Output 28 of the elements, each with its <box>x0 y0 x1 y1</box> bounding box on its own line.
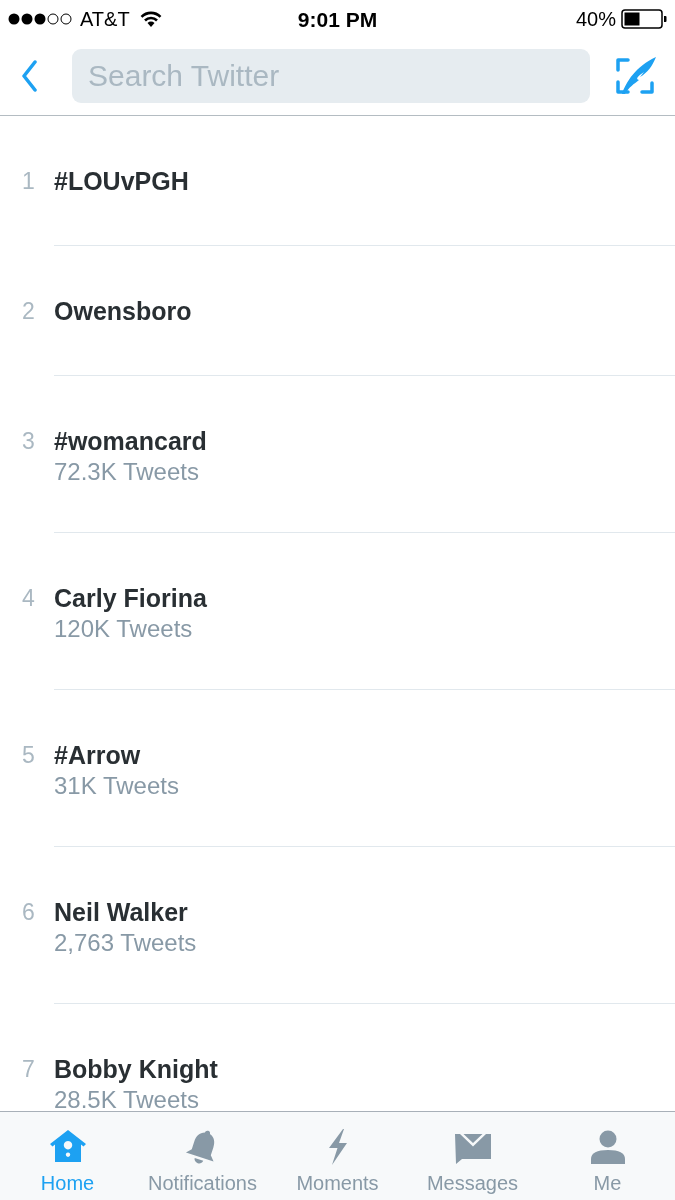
signal-strength-icon <box>8 13 72 25</box>
wifi-icon <box>139 11 162 27</box>
trend-name[interactable]: Neil Walker <box>54 898 188 926</box>
trend-name[interactable]: #LOUvPGH <box>54 167 189 195</box>
tweet-count: 28.5K Tweets <box>54 1087 199 1111</box>
rank-number: 3 <box>22 428 35 454</box>
tweet-count: 2,763 Tweets <box>54 930 197 956</box>
tweet-count: 72.3K Tweets <box>54 459 199 485</box>
rank-number: 1 <box>22 168 35 194</box>
rank-number: 7 <box>22 1056 35 1082</box>
rank-number: 5 <box>22 742 35 768</box>
trend-name[interactable]: #Arrow <box>54 741 141 769</box>
search-field[interactable]: Search Twitter <box>72 49 590 103</box>
trend-name[interactable]: Owensboro <box>54 297 192 325</box>
rank-number: 6 <box>22 899 35 925</box>
rank-number: 2 <box>22 298 35 324</box>
clock-time: 9:01 PM <box>297 8 378 30</box>
tweet-count: 120K Tweets <box>54 616 193 642</box>
trend-name[interactable]: Carly Fiorina <box>54 584 207 612</box>
trend-name[interactable]: Bobby Knight <box>54 1055 218 1083</box>
tweet-count: 31K Tweets <box>54 773 179 799</box>
trend-name[interactable]: #womancard <box>54 427 207 455</box>
compose-tweet-icon <box>614 56 656 96</box>
back-chevron-icon <box>21 60 37 92</box>
battery-icon <box>621 9 667 29</box>
battery-percentage: 40% <box>575 9 616 29</box>
carrier-name: AT&T <box>80 9 130 29</box>
rank-number: 4 <box>22 585 35 611</box>
